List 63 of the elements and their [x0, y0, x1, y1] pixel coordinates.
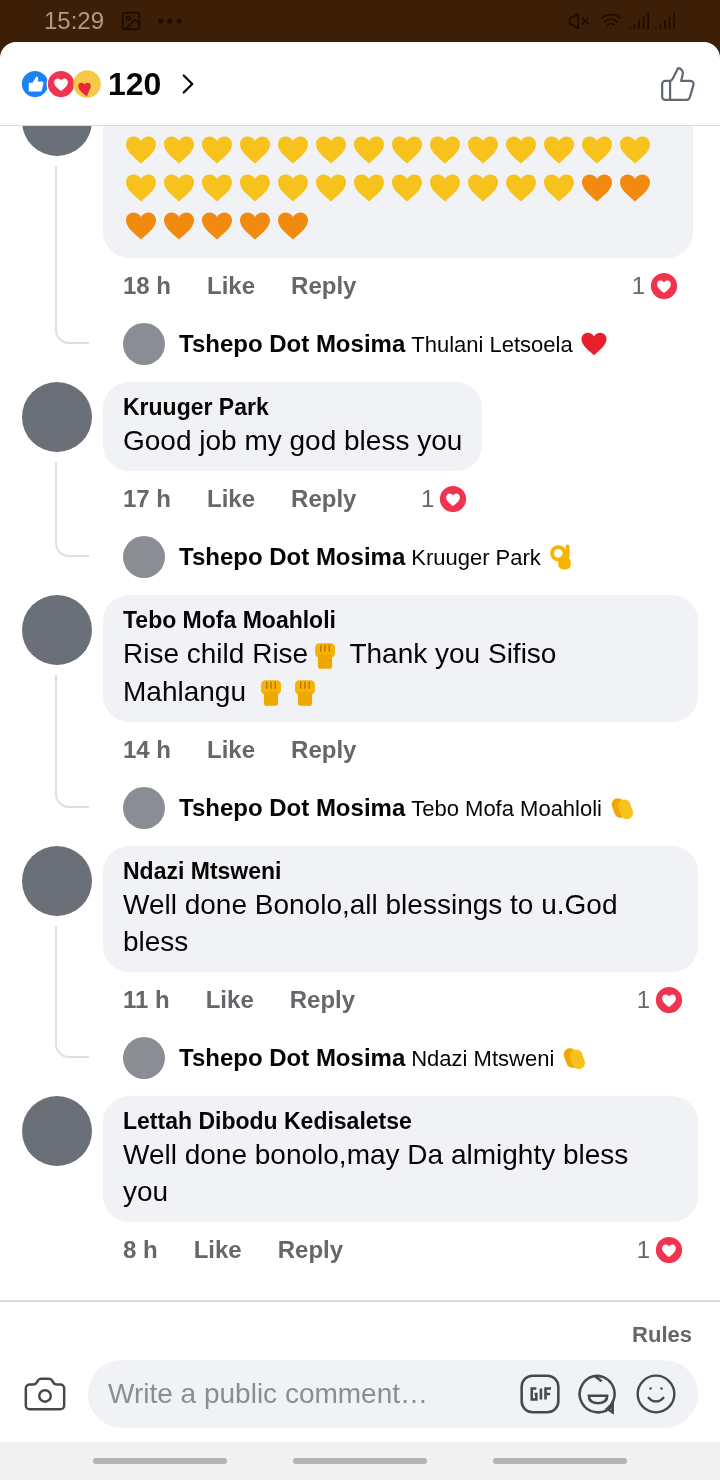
like-link[interactable]: Like [207, 732, 256, 769]
nav-handle[interactable] [293, 1458, 427, 1464]
reply-preview-text[interactable]: Tshepo Dot Mosima Thulani Letsoela [179, 326, 609, 362]
like-link[interactable]: Like [207, 268, 256, 304]
like-link[interactable]: Like [193, 1232, 242, 1269]
comment-time: 14 h [123, 735, 172, 766]
signal-icon [628, 10, 650, 32]
comment-time: 17 h [123, 484, 172, 514]
reaction-count[interactable]: 1 [636, 982, 684, 1019]
love-reaction-icon [46, 68, 76, 99]
reply-link[interactable]: Reply [277, 1232, 344, 1269]
avatar-photo[interactable] [123, 323, 165, 365]
love-reaction-icon [649, 271, 679, 301]
commenter-name[interactable]: Tebo Mofa Moahloli [123, 605, 678, 635]
emoji-icon[interactable] [634, 1372, 678, 1416]
reaction-count[interactable]: 1 [420, 481, 469, 517]
reply-preview-text[interactable]: Tshepo Dot Mosima Ndazi Mtsweni [179, 1040, 591, 1077]
avatar-photo[interactable] [123, 1037, 165, 1080]
reaction-number: 1 [631, 271, 645, 301]
avatar-photo[interactable] [123, 787, 165, 830]
reactions-summary[interactable]: 120 [20, 59, 206, 108]
comment-time: 11 h [123, 985, 170, 1016]
reaction-total: 120 [108, 64, 162, 104]
commenter-name[interactable]: Ndazi Mtsweni [123, 856, 678, 887]
like-reaction-icon [20, 68, 50, 99]
status-time: 15:29 [44, 6, 105, 36]
rules-link[interactable]: Rules [632, 1318, 692, 1360]
love-reaction-icon [438, 484, 469, 514]
thumbs-up-icon [659, 64, 697, 103]
comment-text: Well done bonolo,may Da almighty bless you [123, 1138, 630, 1210]
comment-field[interactable]: Write a public comment… [88, 1360, 698, 1428]
reply-preview-text[interactable]: Tshepo Dot Mosima Kruuger Park [179, 539, 577, 575]
nav-handle[interactable] [493, 1458, 627, 1464]
reaction-count[interactable]: 1 [631, 268, 679, 304]
reply-link[interactable]: Reply [289, 982, 356, 1019]
comment-time: 18 h [123, 271, 172, 301]
like-link[interactable]: Like [205, 982, 254, 1019]
reaction-number: 1 [636, 1235, 650, 1266]
like-link[interactable]: Like [207, 481, 256, 517]
reply-preview-text[interactable]: Tshepo Dot Mosima Tebo Mofa Moahloli [179, 790, 638, 827]
nav-handle[interactable] [93, 1458, 227, 1464]
mute-icon [568, 10, 590, 32]
gallery-icon [120, 10, 143, 32]
love-reaction-icon [654, 985, 684, 1016]
comment-text: Good job my god bless you [123, 424, 463, 458]
reply-link[interactable]: Reply [291, 268, 357, 304]
reply-link[interactable]: Reply [291, 732, 357, 769]
comment-time: 8 h [123, 1235, 158, 1266]
more-dots-icon [158, 18, 183, 24]
reaction-number: 1 [636, 985, 650, 1016]
signal-icon [654, 10, 676, 32]
commenter-name[interactable]: Kruuger Park [123, 392, 463, 422]
comment-input[interactable]: Write a public comment… [108, 1373, 504, 1415]
reaction-count[interactable]: 1 [636, 1232, 684, 1269]
comment-text: Rise child Rise Thank you Sifiso Mahlangu [123, 635, 678, 711]
love-reaction-icon [654, 1235, 684, 1266]
avatar-photo[interactable] [123, 536, 165, 578]
commenter-name[interactable]: Lettah Dibodu Kedisaletse [123, 1106, 678, 1137]
reply-link[interactable]: Reply [291, 481, 357, 517]
reaction-number: 1 [420, 484, 435, 514]
comment-text: Well done Bonolo,all blessings to u.God bless [123, 888, 619, 960]
gif-icon[interactable] [518, 1372, 562, 1416]
care-reaction-icon [72, 68, 102, 99]
